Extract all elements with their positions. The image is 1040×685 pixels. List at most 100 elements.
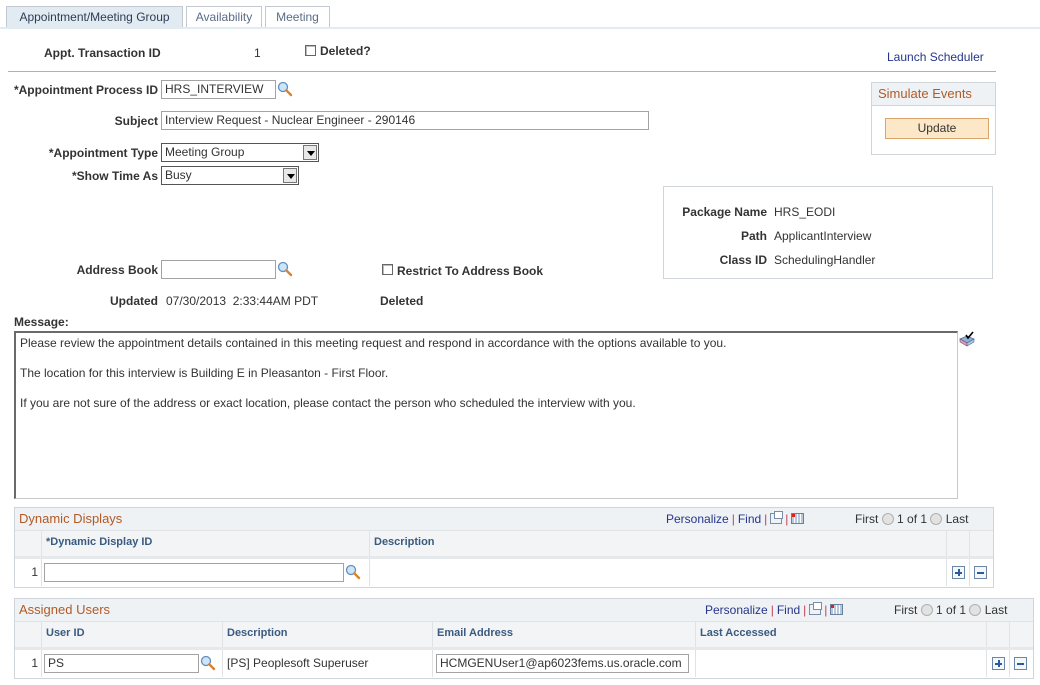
user-id-cell: PS [42,650,223,677]
description-cell [370,559,947,586]
add-row-icon[interactable] [992,657,1005,670]
updated-value: 07/30/2013 2:33:44AM PDT [166,294,319,308]
appointment-type-select[interactable]: Meeting Group [161,143,319,162]
process-id-lookup-icon[interactable] [277,81,293,97]
grid-header-bar: Assigned Users Personalize | Find | | First … [15,599,1033,622]
assigned-users-title: Assigned Users [19,602,111,617]
class-id-label: Class ID [719,253,767,267]
dynamic-display-id-input[interactable] [44,563,344,582]
add-column-header [987,622,1010,647]
row-number-header [15,622,42,647]
add-cell [987,650,1010,677]
add-column-header [947,531,970,556]
delete-cell [1010,650,1033,677]
delete-row-icon[interactable] [1014,657,1027,670]
subject-label: Subject [114,114,158,128]
column-header: *Dynamic Display ID [42,531,370,556]
message-line: If you are not sure of the address or ex… [20,396,636,410]
deleted-status: Deleted [380,294,424,308]
personalize-link[interactable]: Personalize [705,603,768,617]
process-id-label: *Appointment Process ID [13,83,158,97]
grid-header-bar: Dynamic Displays Personalize | Find | | Firs… [15,508,993,531]
deleted-checkbox-label: Deleted? [320,44,371,58]
next-icon[interactable] [969,604,982,616]
pager-text: 1 of 1 [897,512,928,526]
class-id-value: SchedulingHandler [774,253,876,267]
message-label: Message: [14,315,69,329]
address-book-label: Address Book [76,263,158,277]
row-number: 1 [15,559,42,586]
user-id-input[interactable]: PS [44,654,199,673]
tab-underline [0,27,1040,29]
show-time-as-select[interactable]: Busy [161,166,299,185]
appointment-type-label: *Appointment Type [48,146,158,160]
deleted-checkbox[interactable] [305,45,316,56]
tab-appointment-meeting-group[interactable]: Appointment/Meeting Group [6,6,183,28]
tab-availability[interactable]: Availability [186,6,262,28]
show-time-as-value: Busy [165,168,192,182]
column-header: Email Address [433,622,696,647]
column-header: User ID [42,622,223,647]
download-grid-icon[interactable] [830,604,844,615]
column-header: Last Accessed [696,622,987,647]
launch-scheduler-link[interactable]: Launch Scheduler [887,50,984,64]
previous-icon[interactable] [920,604,933,616]
last-label: Last [945,512,969,526]
dynamic-display-id-cell [42,559,370,586]
dynamic-display-lookup-icon[interactable] [345,564,361,580]
dynamic-displays-title: Dynamic Displays [19,511,123,526]
update-button[interactable]: Update [885,118,989,139]
find-link[interactable]: Find [777,603,800,617]
first-label: First [894,603,918,617]
dynamic-displays-grid: Dynamic Displays Personalize | Find | | Firs… [14,507,994,588]
message-textarea[interactable]: Please review the appointment details co… [14,331,958,499]
grid-column-header: User ID Description Email Address Last A… [15,622,1033,650]
message-line: Please review the appointment details co… [20,336,727,350]
last-accessed-cell [696,650,987,677]
user-id-lookup-icon[interactable] [200,655,216,671]
column-header: Description [223,622,433,647]
find-link[interactable]: Find [738,512,761,526]
subject-input[interactable]: Interview Request - Nuclear Engineer - 2… [161,111,649,130]
show-time-as-label: *Show Time As [71,169,158,183]
simulate-events-title: Simulate Events [872,83,995,106]
tab-label: Availability [195,10,253,24]
transaction-id-value: 1 [254,46,261,60]
path-value: ApplicantInterview [774,229,872,243]
email-address-input[interactable]: HCMGENUser1@ap6023fems.us.oracle.com [436,654,689,673]
restrict-address-book-label: Restrict To Address Book [397,264,544,278]
previous-icon[interactable] [881,513,894,525]
email-cell: HCMGENUser1@ap6023fems.us.oracle.com [433,650,696,677]
download-grid-icon[interactable] [791,513,805,524]
add-row-icon[interactable] [952,566,965,579]
restrict-address-book-checkbox[interactable] [382,264,393,275]
spell-check-icon[interactable] [958,331,976,347]
delete-row-icon[interactable] [974,566,987,579]
address-book-lookup-icon[interactable] [277,261,293,277]
tab-label: Appointment/Meeting Group [19,10,170,24]
next-icon[interactable] [930,513,943,525]
message-line: The location for this interview is Build… [20,366,389,380]
assigned-users-grid: Assigned Users Personalize | Find | | First … [14,598,1034,679]
tab-meeting[interactable]: Meeting [265,6,330,28]
first-label: First [855,512,879,526]
address-book-input[interactable] [161,260,276,279]
pager-text: 1 of 1 [936,603,967,617]
grid-column-header: *Dynamic Display ID Description [15,531,993,559]
transaction-id-label: Appt. Transaction ID [44,46,161,60]
add-cell [947,559,970,586]
path-label: Path [740,229,767,243]
table-row: 1 [15,559,993,587]
row-number-header [15,531,42,556]
table-row: 1 PS [PS] Peoplesoft Superuser HCMGENUse… [15,650,1033,678]
view-all-icon[interactable] [809,602,823,615]
user-description-cell: [PS] Peoplesoft Superuser [223,650,433,677]
last-label: Last [984,603,1008,617]
personalize-link[interactable]: Personalize [666,512,729,526]
package-name-value: HRS_EODI [774,205,836,219]
column-header: Description [370,531,947,556]
row-number: 1 [15,650,42,677]
delete-cell [970,559,993,586]
view-all-icon[interactable] [770,511,784,524]
process-id-input[interactable]: HRS_INTERVIEW [161,80,276,99]
